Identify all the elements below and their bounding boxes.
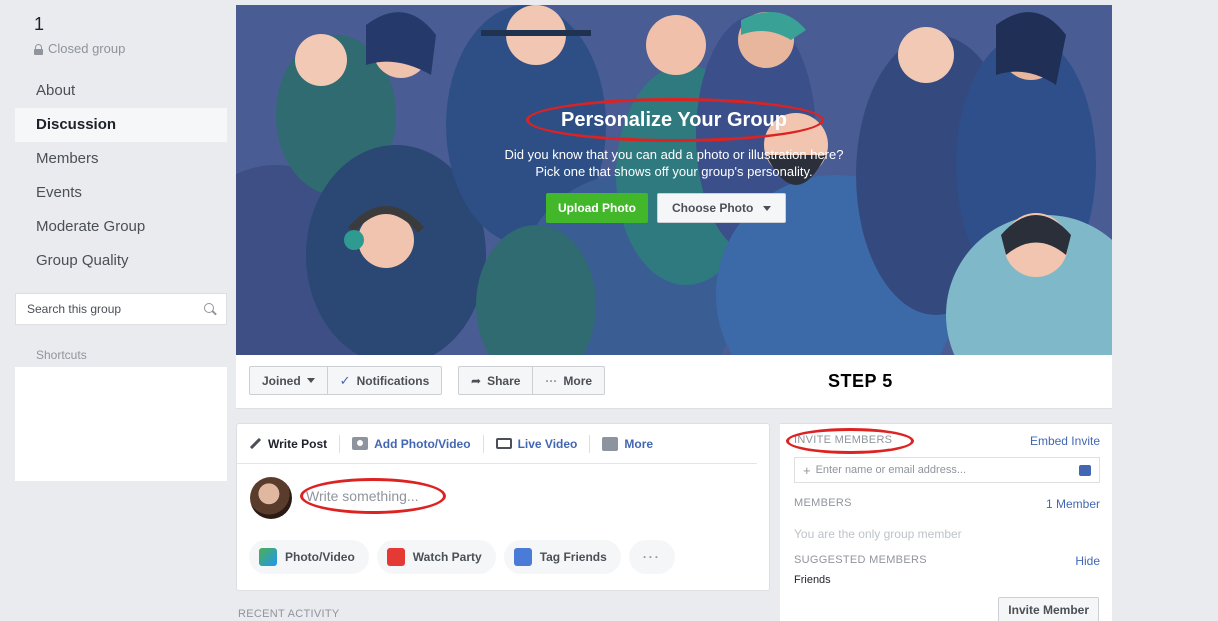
friends-label: Friends <box>794 574 831 586</box>
tab-more[interactable]: More <box>602 435 665 453</box>
lock-icon <box>34 43 43 55</box>
only-member-text: You are the only group member <box>794 527 962 541</box>
video-camera-icon <box>495 438 512 449</box>
cover-buttons: Upload Photo Choose Photo <box>546 193 787 223</box>
upload-photo-button[interactable]: Upload Photo <box>546 193 648 223</box>
nav-item-moderate-group[interactable]: Moderate Group <box>15 210 227 244</box>
cover-photo-area: Personalize Your Group Did you know that… <box>236 5 1112 355</box>
privacy-text: Closed group <box>48 41 126 56</box>
composer-actions: Photo/Video Watch Party Tag Friends ··· <box>237 540 769 574</box>
tag-friends-button[interactable]: Tag Friends <box>503 540 621 574</box>
share-more-group: ➦ Share ··· More <box>458 366 606 395</box>
tab-add-photo-video-label: Add Photo/Video <box>374 436 471 451</box>
photo-icon <box>352 437 369 450</box>
post-composer: Write Post Add Photo/Video Live Video Mo… <box>236 423 770 591</box>
recent-activity-heading: RECENT ACTIVITY <box>238 608 340 620</box>
cover-subtitle-line-2: Pick one that shows off your group's per… <box>535 164 813 179</box>
contacts-icon[interactable] <box>1079 464 1091 476</box>
share-button[interactable]: ➦ Share <box>459 367 534 394</box>
membership-button-group: Joined ✓ Notifications <box>249 366 443 395</box>
embed-invite-link[interactable]: Embed Invite <box>1030 434 1100 448</box>
nav-item-group-quality[interactable]: Group Quality <box>15 244 227 278</box>
nav-item-events[interactable]: Events <box>15 176 227 210</box>
nav-item-members[interactable]: Members <box>15 142 227 176</box>
search-placeholder: Search this group <box>27 302 122 316</box>
popcorn-icon <box>386 548 405 566</box>
caret-down-icon <box>763 205 772 211</box>
search-icon[interactable] <box>204 303 216 315</box>
group-action-bar: Joined ✓ Notifications ➦ Share ··· More … <box>236 355 1112 409</box>
notifications-label: Notifications <box>356 373 430 388</box>
joined-label: Joined <box>262 373 301 388</box>
share-arrow-icon: ➦ <box>471 373 482 388</box>
invite-member-button[interactable]: Invite Member <box>998 597 1099 621</box>
hide-link[interactable]: Hide <box>1075 554 1100 568</box>
annotation-ellipse-invite <box>786 428 914 454</box>
step-annotation: STEP 5 <box>828 371 893 391</box>
tag-friends-icon <box>513 548 532 566</box>
shortcuts-heading: Shortcuts <box>36 348 87 362</box>
pencil-icon <box>249 437 262 450</box>
tag-friends-label: Tag Friends <box>539 550 607 564</box>
privacy-label: Closed group <box>34 41 227 56</box>
share-label: Share <box>487 373 521 388</box>
watch-party-button[interactable]: Watch Party <box>376 540 496 574</box>
photo-video-label: Photo/Video <box>285 550 355 564</box>
choose-photo-button[interactable]: Choose Photo <box>657 193 787 223</box>
members-row: MEMBERS 1 Member <box>780 497 1112 511</box>
cover-title: Personalize Your Group <box>561 109 787 131</box>
shortcuts-panel <box>15 367 227 481</box>
group-sidebar: 1 Closed group About Discussion Members … <box>15 8 227 481</box>
composer-body: Write something... <box>237 464 769 540</box>
checkmark-icon: ✓ <box>339 372 351 388</box>
group-search-input[interactable]: Search this group <box>15 293 227 325</box>
caret-down-icon <box>306 378 315 383</box>
tab-live-video[interactable]: Live Video <box>495 434 591 453</box>
watch-party-label: Watch Party <box>412 550 482 564</box>
photo-icon <box>259 548 277 566</box>
cover-subtitle: Did you know that you can add a photo or… <box>236 146 1112 180</box>
more-grid-icon <box>602 436 619 451</box>
more-dots-icon: ··· <box>545 373 558 388</box>
members-heading: MEMBERS <box>794 497 852 509</box>
more-options-button[interactable]: ··· <box>628 540 675 574</box>
invite-members-panel: INVITE MEMBERS Embed Invite + Enter name… <box>780 423 1112 621</box>
more-button[interactable]: ··· More <box>533 367 604 394</box>
nav-item-about[interactable]: About <box>15 74 227 108</box>
invite-input-placeholder: Enter name or email address... <box>815 464 966 476</box>
choose-photo-label: Choose Photo <box>672 201 754 215</box>
cover-illustration <box>236 5 1112 355</box>
members-count-link[interactable]: 1 Member <box>1046 497 1100 511</box>
cover-subtitle-line-1: Did you know that you can add a photo or… <box>504 147 844 162</box>
tab-live-video-label: Live Video <box>517 436 578 451</box>
tab-write-post-label: Write Post <box>268 436 328 451</box>
suggested-row: SUGGESTED MEMBERS Hide <box>780 554 1112 568</box>
composer-tabs: Write Post Add Photo/Video Live Video Mo… <box>237 424 757 464</box>
tab-more-label: More <box>624 436 654 451</box>
plus-icon: + <box>803 462 811 478</box>
joined-button[interactable]: Joined <box>250 367 328 394</box>
group-name[interactable]: 1 <box>34 14 227 35</box>
avatar <box>250 477 292 519</box>
annotation-ellipse-write <box>300 478 446 514</box>
suggested-members-heading: SUGGESTED MEMBERS <box>794 554 927 566</box>
nav-item-discussion[interactable]: Discussion <box>15 108 227 142</box>
photo-video-button[interactable]: Photo/Video <box>249 540 369 574</box>
tab-write-post[interactable]: Write Post <box>249 434 341 453</box>
invite-name-input[interactable]: + Enter name or email address... <box>794 457 1100 483</box>
notifications-button[interactable]: ✓ Notifications <box>328 367 442 394</box>
group-nav: About Discussion Members Events Moderate… <box>15 74 227 278</box>
more-label: More <box>563 373 593 388</box>
tab-add-photo-video[interactable]: Add Photo/Video <box>352 434 484 453</box>
